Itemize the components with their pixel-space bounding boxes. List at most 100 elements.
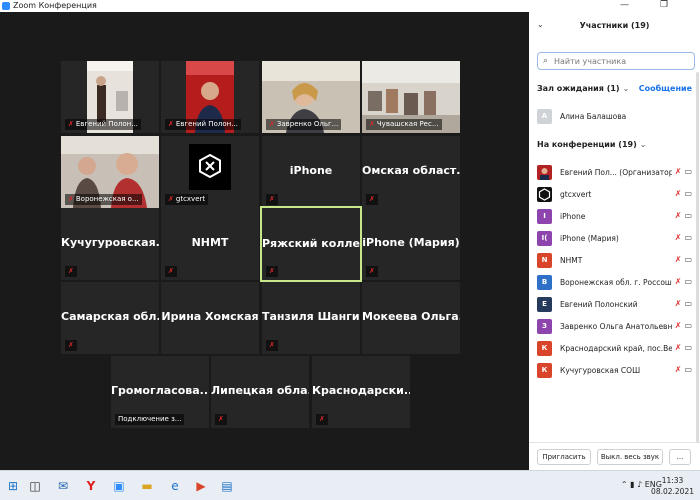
mic-muted-icon: ✗ <box>168 120 174 128</box>
network-icon[interactable]: ▮ <box>630 480 634 489</box>
participants-title: Участники (19) <box>579 21 650 30</box>
more-options-button[interactable]: ... <box>669 449 691 465</box>
list-item[interactable]: gtcxvert ✗ ▭ <box>529 184 700 206</box>
video-tile[interactable]: Липецкая обла... ✗ <box>211 356 309 428</box>
participant-name: iPhone <box>289 164 333 177</box>
mic-muted-icon: ✗ <box>674 189 682 198</box>
participant-name: NHMT <box>191 236 229 249</box>
video-tile[interactable]: Мокеева Ольга... <box>362 282 460 354</box>
video-tile[interactable]: Краснодарски... ✗ <box>312 356 410 428</box>
hexagon-logo-icon <box>538 188 551 201</box>
participants-footer: Пригласить Выкл. весь звук ... <box>529 442 700 470</box>
volume-icon[interactable]: ♪ <box>637 480 642 489</box>
avatar: К <box>537 341 552 356</box>
video-tile[interactable]: ✗ Воронежская о... <box>61 136 159 208</box>
file-explorer-icon[interactable]: ▬ <box>138 477 156 495</box>
camera-on-icon: ▭ <box>684 277 692 286</box>
hexagon-logo-icon <box>199 154 221 178</box>
chevron-down-icon: ⌄ <box>639 140 647 149</box>
participant-controls: ✗ ▭ <box>675 343 692 352</box>
mail-icon[interactable]: ✉ <box>54 477 72 495</box>
participant-name: Ряжский колле... <box>262 237 360 250</box>
list-item[interactable]: З Завренко Ольга Анатольевна ✗ ▭ <box>529 316 700 338</box>
participant-name: iPhone (Мария) <box>560 234 619 243</box>
minimize-button[interactable]: — <box>620 0 629 11</box>
list-item[interactable]: I iPhone ✗ ▭ <box>529 206 700 228</box>
list-item[interactable]: В Воронежская обл. г. Россошь, ✗ ▭ <box>529 272 700 294</box>
participants-scrollbar[interactable] <box>696 72 699 452</box>
search-input[interactable]: ⌕ Найти участника <box>537 52 695 70</box>
list-item[interactable]: N NHMT ✗ ▭ <box>529 250 700 272</box>
video-tile[interactable]: ✗ Евгений Полон... <box>61 61 159 133</box>
list-item[interactable]: К Краснодарский край, пос.Вен... ✗▭ <box>529 338 700 360</box>
video-tile[interactable]: ✗ Евгений Полон... <box>161 61 259 133</box>
participant-name: Липецкая обла... <box>211 384 309 397</box>
camera-on-icon: ▭ <box>684 299 692 308</box>
video-tile[interactable]: Танзиля Шанги... ✗ <box>262 282 360 354</box>
store-app-icon[interactable]: ▤ <box>218 477 236 495</box>
yandex-browser-icon[interactable]: Y <box>82 477 100 495</box>
participant-label: Подключение з... <box>115 414 185 425</box>
mic-muted-icon: ✗ <box>218 415 224 423</box>
video-tile[interactable]: iPhone ✗ <box>262 136 360 208</box>
avatar: К <box>537 363 552 378</box>
mic-muted-icon: ✗ <box>168 195 174 203</box>
participant-name: Кучугуровская СОШ <box>560 366 641 375</box>
avatar <box>537 165 552 180</box>
participant-label: ✗ <box>366 266 378 277</box>
zoom-app-icon[interactable]: ▣ <box>110 477 128 495</box>
participant-name: Самарская обл... <box>61 310 159 323</box>
video-tile[interactable]: ✗ Чувашская Рес... <box>362 61 460 133</box>
video-tile[interactable]: ✗ Завренко Ольг... <box>262 61 360 133</box>
participant-name: Завренко Ольга Анатольевна <box>560 322 672 331</box>
edge-browser-icon[interactable]: e <box>166 477 184 495</box>
participant-name: NHMT <box>560 256 583 265</box>
video-tile[interactable]: iPhone (Мария) ✗ <box>362 208 460 280</box>
video-tile[interactable]: Омская област... ✗ <box>362 136 460 208</box>
participant-controls: ✗ ▭ <box>675 365 692 374</box>
title-bar: Zoom Конференция — ❐ <box>0 0 700 12</box>
clock[interactable]: 11:33 08.02.2021 <box>651 475 694 497</box>
participant-name: Ирина Хомская <box>161 310 259 323</box>
mute-all-button[interactable]: Выкл. весь звук <box>597 449 663 465</box>
mic-muted-icon: ✗ <box>68 195 74 203</box>
windows-taskbar: ⊞ ◫ ✉ Y ▣ ▬ e ▶ ▤ ⌃ ▮ ♪ ENG 11:33 08.02.… <box>0 470 700 500</box>
participant-label: ✗ Завренко Ольг... <box>266 119 342 130</box>
list-item[interactable]: Е Евгений Полонский ✗ ▭ <box>529 294 700 316</box>
video-tile[interactable]: Громогласова... Подключение з... <box>111 356 209 428</box>
in-meeting-header[interactable]: На конференции (19) ⌄ <box>537 140 646 149</box>
list-item[interactable]: I( iPhone (Мария) ✗ ▭ <box>529 228 700 250</box>
message-link[interactable]: Сообщение <box>639 84 692 93</box>
invite-button[interactable]: Пригласить <box>537 449 591 465</box>
video-tile[interactable]: Ирина Хомская <box>161 282 259 354</box>
task-view-icon[interactable]: ◫ <box>26 477 44 495</box>
video-tile[interactable]: Кучугуровская... ✗ <box>61 208 159 280</box>
list-item[interactable]: А Алина Балашова <box>529 106 700 128</box>
list-item[interactable]: Евгений Пол... (Организатор, я) ✗▭ <box>529 162 700 184</box>
participant-name: iPhone <box>560 212 586 221</box>
mic-muted-icon: ✗ <box>269 195 275 203</box>
video-tile[interactable]: Самарская обл... ✗ <box>61 282 159 354</box>
up-arrow-icon[interactable]: ⌃ <box>621 480 628 489</box>
mic-muted-icon: ✗ <box>674 299 682 308</box>
mic-muted-icon: ✗ <box>674 255 682 264</box>
list-item[interactable]: К Кучугуровская СОШ ✗ ▭ <box>529 360 700 382</box>
search-icon: ⌕ <box>543 56 549 66</box>
participant-controls: ✗ ▭ <box>675 167 692 176</box>
avatar: В <box>537 275 552 290</box>
participant-name: Омская област... <box>362 164 460 177</box>
camera-off-icon: ▭ <box>684 167 692 176</box>
active-speaker-tile[interactable]: Ряжский колле... ✗ <box>260 206 362 282</box>
media-player-icon[interactable]: ▶ <box>192 477 210 495</box>
participant-label: ✗ Воронежская о... <box>65 194 142 205</box>
waiting-room-header[interactable]: Зал ожидания (1) ⌄ <box>537 84 629 93</box>
windows-start-icon[interactable]: ⊞ <box>4 477 22 495</box>
restore-button[interactable]: ❐ <box>660 0 668 11</box>
avatar: Е <box>537 297 552 312</box>
participant-label: ✗ <box>266 266 278 277</box>
mic-muted-icon: ✗ <box>269 341 275 349</box>
participant-name: Громогласова... <box>111 384 209 397</box>
video-tile[interactable]: NHMT ✗ <box>161 208 259 280</box>
video-tile[interactable]: ✗ gtcxvert <box>161 136 259 208</box>
mic-muted-icon: ✗ <box>269 267 275 275</box>
